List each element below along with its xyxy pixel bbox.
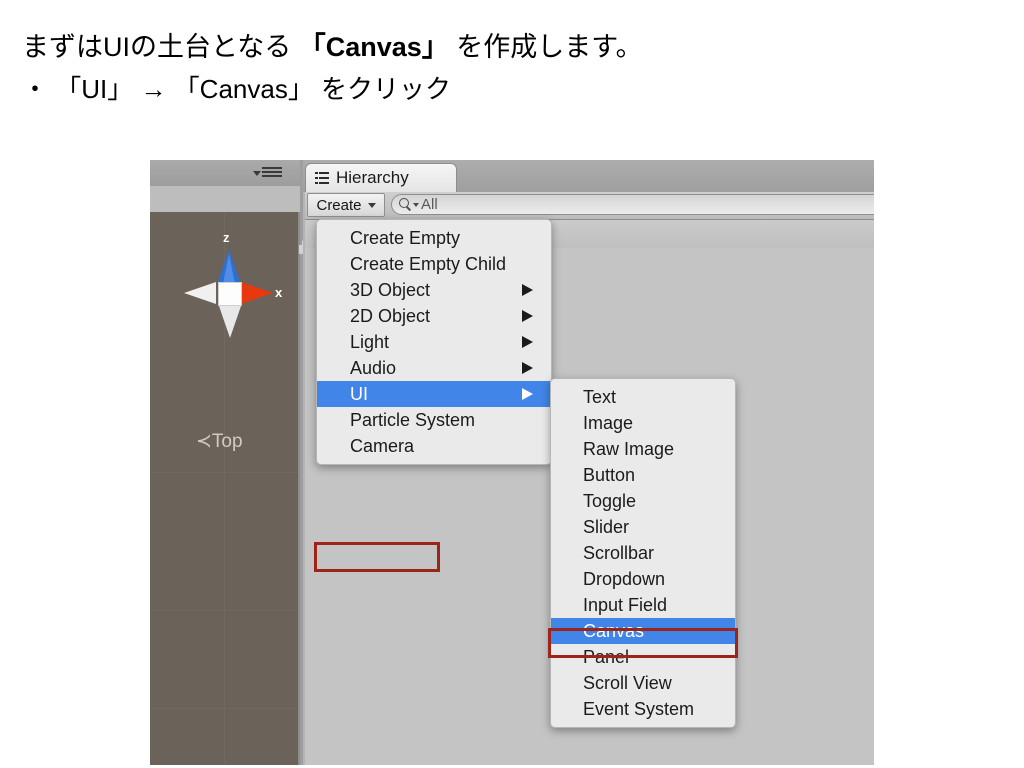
hierarchy-search-input[interactable]: All [391,194,874,215]
ui-submenu: Text Image Raw Image Button Toggle Slide… [550,378,736,728]
menu-item-canvas[interactable]: Canvas [551,618,735,644]
menu-item-ui[interactable]: UI [317,381,551,407]
menu-item-toggle[interactable]: Toggle [551,488,735,514]
scene-grid-line [150,610,298,611]
chevron-down-icon [253,171,261,176]
caption-line-2: ・ 「UI」 → 「Canvas」 をクリック [22,74,452,104]
menu-item-slider[interactable]: Slider [551,514,735,540]
submenu-arrow-icon [522,310,533,322]
gizmo-axis-label-z: z [223,230,230,245]
scene-grid-line [150,472,298,473]
unity-editor-screenshot: z x ≺Top Hierarchy Create All Create Emp… [150,160,874,765]
menu-item-label: Audio [350,357,397,378]
search-magnifier-icon [399,198,412,211]
caption-block: まずはUIの土台となる 「Canvas」 を作成します。 ・ 「UI」 → 「C… [22,26,982,110]
menu-item-label: Create Empty [350,227,461,248]
menu-item-label: Toggle [583,490,637,511]
menu-item-label: Image [583,412,634,433]
menu-item-label: Scroll View [583,672,672,693]
caption-line-1-suffix: を作成します。 [448,32,643,62]
menu-item-label: 3D Object [350,279,431,300]
submenu-arrow-icon [522,362,533,374]
menu-item-label: Scrollbar [583,542,655,563]
menu-item-image[interactable]: Image [551,410,735,436]
gizmo-z-axis-cone[interactable] [217,250,241,284]
caption-line-1: まずはUIの土台となる 「Canvas」 を作成します。 [22,26,982,68]
scene-view-gizmo[interactable]: z x [184,230,311,360]
gizmo-negative-z-cone[interactable] [219,306,241,338]
caption-line-1-prefix: まずはUIの土台となる [22,32,299,62]
menu-item-button[interactable]: Button [551,462,735,488]
scene-search-row [150,186,300,234]
create-context-menu: Create Empty Create Empty Child 3D Objec… [316,219,552,465]
menu-item-scrollbar[interactable]: Scrollbar [551,540,735,566]
menu-item-event-system[interactable]: Event System [551,696,735,722]
menu-item-label: Raw Image [583,438,675,459]
create-button[interactable]: Create [307,193,385,217]
create-button-label: Create [316,196,362,214]
tab-hierarchy[interactable]: Hierarchy [305,163,457,192]
menu-item-label: Light [350,331,390,352]
chevron-down-icon[interactable] [413,202,419,207]
hamburger-menu-icon[interactable] [253,167,282,181]
submenu-arrow-icon [522,284,533,296]
menu-item-label: Text [583,386,617,407]
menu-item-label: Canvas [583,620,645,641]
menu-item-dropdown[interactable]: Dropdown [551,566,735,592]
hierarchy-tabstrip: Hierarchy [303,160,874,192]
menu-item-label: Particle System [350,409,476,430]
menu-item-light[interactable]: Light [317,329,551,355]
gizmo-axis-label-x: x [275,285,283,300]
menu-item-particle-system[interactable]: Particle System [317,407,551,433]
submenu-arrow-icon [522,336,533,348]
menu-item-label: Event System [583,698,695,719]
hierarchy-toolbar: Create All [305,192,874,220]
gizmo-x-axis-cone[interactable] [241,282,273,304]
hierarchy-tree-icon [315,171,329,185]
chevron-down-icon [367,202,376,208]
menu-item-label: Create Empty Child [350,253,507,274]
menu-item-raw-image[interactable]: Raw Image [551,436,735,462]
scene-view-orientation-label: ≺Top [196,431,243,452]
menu-item-label: Input Field [583,594,668,615]
menu-item-2d-object[interactable]: 2D Object [317,303,551,329]
gizmo-negative-x-cone[interactable] [184,282,216,304]
menu-item-camera[interactable]: Camera [317,433,551,459]
menu-item-label: 2D Object [350,305,431,326]
menu-item-label: Button [583,464,636,485]
menu-item-scroll-view[interactable]: Scroll View [551,670,735,696]
hierarchy-search-value: All [421,196,438,213]
scene-view-panel: z x ≺Top [150,160,311,765]
scene-viewport[interactable]: z x ≺Top [150,212,311,765]
menu-item-audio[interactable]: Audio [317,355,551,381]
menu-item-label: UI [350,383,368,404]
menu-item-label: Slider [583,516,630,537]
scene-grid-line [150,708,298,709]
gizmo-center-cube[interactable] [218,282,242,306]
tab-hierarchy-label: Hierarchy [336,168,409,187]
submenu-arrow-icon [522,388,533,400]
menu-item-input-field[interactable]: Input Field [551,592,735,618]
menu-item-label: Camera [350,435,415,456]
menu-item-label: Dropdown [583,568,666,589]
menu-item-3d-object[interactable]: 3D Object [317,277,551,303]
menu-item-create-empty-child[interactable]: Create Empty Child [317,251,551,277]
menu-item-panel[interactable]: Panel [551,644,735,670]
caption-line-1-strong: 「Canvas」 [298,32,449,62]
scene-panel-tabstrip [150,160,300,188]
menu-item-label: Panel [583,646,630,667]
menu-item-text[interactable]: Text [551,384,735,410]
menu-item-create-empty[interactable]: Create Empty [317,225,551,251]
